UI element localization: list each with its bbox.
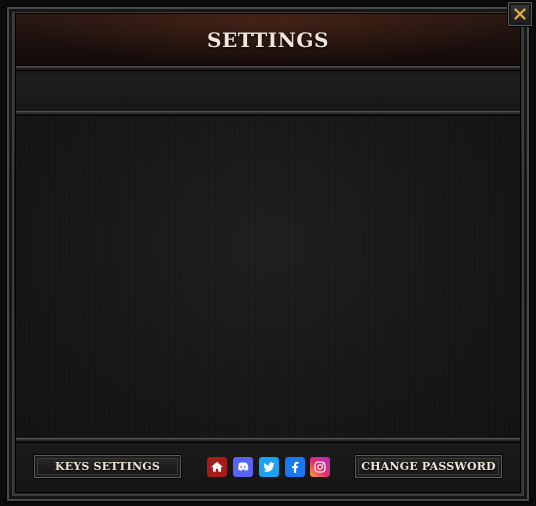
close-icon xyxy=(514,5,526,24)
tab-bar xyxy=(16,74,520,110)
home-link[interactable] xyxy=(207,457,227,477)
close-button[interactable] xyxy=(507,1,533,27)
settings-window: SETTINGS KEYS SETTINGS CHANGE PASSWORD xyxy=(0,0,536,506)
change-password-button[interactable]: CHANGE PASSWORD xyxy=(354,454,503,479)
header-divider xyxy=(16,66,520,70)
instagram-icon xyxy=(313,460,327,474)
tab-divider xyxy=(16,111,520,115)
twitter-link[interactable] xyxy=(259,457,279,477)
twitter-icon xyxy=(262,460,276,474)
home-icon xyxy=(210,460,224,474)
instagram-link[interactable] xyxy=(310,457,330,477)
footer-divider xyxy=(16,438,520,442)
header: SETTINGS xyxy=(16,14,520,66)
discord-link[interactable] xyxy=(233,457,253,477)
facebook-link[interactable] xyxy=(285,457,305,477)
page-title: SETTINGS xyxy=(207,28,329,52)
discord-icon xyxy=(236,460,250,474)
settings-content-panel xyxy=(16,117,520,437)
keys-settings-button[interactable]: KEYS SETTINGS xyxy=(33,454,182,479)
facebook-icon xyxy=(288,460,302,474)
